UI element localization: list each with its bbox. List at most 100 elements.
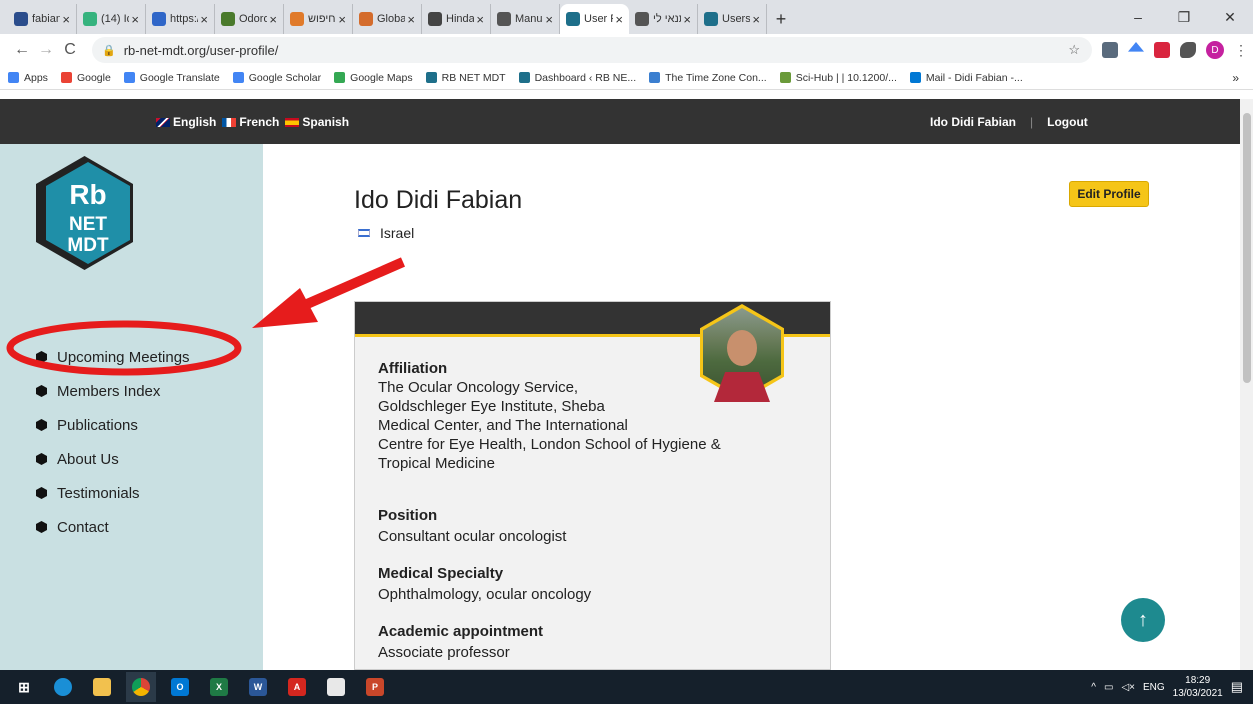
tab-close-icon[interactable]: × xyxy=(200,12,208,27)
taskbar-popcorn[interactable] xyxy=(321,672,351,702)
bookmark-item[interactable]: Dashboard ‹ RB NE... xyxy=(518,72,636,84)
tab-close-icon[interactable]: × xyxy=(545,12,553,27)
bookmark-icon xyxy=(123,72,135,83)
taskbar-powerpoint[interactable]: P xyxy=(360,672,390,702)
field-medical-specialty: Medical Specialty Ophthalmology, ocular … xyxy=(378,564,591,604)
taskbar-outlook[interactable]: O xyxy=(165,672,195,702)
tray-chevron-icon[interactable]: ^ xyxy=(1091,682,1096,693)
notification-icon[interactable]: ▤ xyxy=(1231,679,1243,695)
browser-tab[interactable]: תנאי לי× xyxy=(629,4,698,34)
menu-label: Contact xyxy=(57,518,109,536)
browser-tab[interactable]: User Pr× xyxy=(560,4,629,34)
field-label: Affiliation xyxy=(378,360,448,377)
browser-tab[interactable]: https://× xyxy=(146,4,215,34)
language-english[interactable]: English xyxy=(156,115,216,129)
tab-close-icon[interactable]: × xyxy=(338,12,346,27)
taskbar-edge[interactable] xyxy=(48,672,78,702)
bookmarks-more-icon[interactable]: » xyxy=(1232,71,1239,85)
logout-link[interactable]: Logout xyxy=(1047,115,1088,129)
system-tray: ^ ▭ ◁× ENG 18:29 13/03/2021 ▤ xyxy=(1091,674,1253,700)
bookmark-item[interactable]: Mail - Didi Fabian -... xyxy=(909,72,1023,84)
bookmark-star-icon[interactable]: ☆ xyxy=(1068,42,1080,58)
bookmark-item[interactable]: Google Scholar xyxy=(232,72,321,84)
scholar-extension-icon[interactable] xyxy=(1128,42,1144,52)
tab-close-icon[interactable]: × xyxy=(752,12,760,27)
bookmark-item[interactable]: RB NET MDT xyxy=(425,72,506,84)
language-french[interactable]: French xyxy=(222,115,279,129)
username-link[interactable]: Ido Didi Fabian xyxy=(930,115,1016,129)
taskbar-excel[interactable]: X xyxy=(204,672,234,702)
page-scrollbar[interactable] xyxy=(1240,99,1253,670)
menu-item-upcoming-meetings[interactable]: Upcoming Meetings xyxy=(36,340,190,374)
field-label: Academic appointment xyxy=(378,623,544,640)
scroll-to-top-button[interactable]: ↑ xyxy=(1121,598,1165,642)
bookmark-icon xyxy=(232,72,244,83)
menu-item-members-index[interactable]: Members Index xyxy=(36,374,190,408)
taskbar-explorer[interactable] xyxy=(87,672,117,702)
browser-tab[interactable]: Hindaw× xyxy=(422,4,491,34)
tray-volume-icon[interactable]: ◁× xyxy=(1121,682,1135,693)
bookmark-item[interactable]: Apps xyxy=(8,72,48,84)
browser-tab[interactable]: Manus× xyxy=(491,4,560,34)
bookmark-item[interactable]: The Time Zone Con... xyxy=(649,72,767,84)
browser-tab[interactable]: Users × xyxy=(698,4,767,34)
browser-menu-icon[interactable]: ⋮ xyxy=(1234,42,1248,58)
bookmark-item[interactable]: Google Maps xyxy=(334,72,413,84)
bookmark-item[interactable]: Sci-Hub | | 10.1200/... xyxy=(779,72,897,84)
scrollbar-thumb[interactable] xyxy=(1243,113,1251,383)
browser-tab[interactable]: (14) Ido× xyxy=(77,4,146,34)
reload-icon[interactable]: C xyxy=(58,41,82,59)
browser-tab[interactable]: fabian i× xyxy=(8,4,77,34)
new-tab-button[interactable]: + xyxy=(767,4,795,34)
extension-icon[interactable] xyxy=(1102,42,1118,58)
edit-profile-button[interactable]: Edit Profile xyxy=(1069,181,1149,207)
language-label: Spanish xyxy=(302,115,350,129)
clock-date: 13/03/2021 xyxy=(1172,688,1223,699)
taskbar-acrobat[interactable]: A xyxy=(282,672,312,702)
tab-close-icon[interactable]: × xyxy=(476,12,484,27)
menu-item-testimonials[interactable]: Testimonials xyxy=(36,476,190,510)
taskbar-word[interactable]: W xyxy=(243,672,273,702)
browser-tab[interactable]: Odoro × xyxy=(215,4,284,34)
tab-close-icon[interactable]: × xyxy=(131,12,139,27)
tab-title: Users xyxy=(722,13,751,25)
tab-close-icon[interactable]: × xyxy=(269,12,277,27)
bookmark-item[interactable]: Google Translate xyxy=(123,72,220,84)
field-value-line: Tropical Medicine xyxy=(378,455,495,472)
language-spanish[interactable]: Spanish xyxy=(285,115,349,129)
tab-close-icon[interactable]: × xyxy=(683,12,691,27)
forward-icon[interactable]: → xyxy=(34,41,58,59)
excel-icon: X xyxy=(210,678,228,696)
field-position: Position Consultant ocular oncologist xyxy=(378,506,566,546)
browser-tab[interactable]: Global× xyxy=(353,4,422,34)
tray-network-icon[interactable]: ▭ xyxy=(1104,682,1113,693)
menu-item-publications[interactable]: Publications xyxy=(36,408,190,442)
field-value-line: Centre for Eye Health, London School of … xyxy=(378,436,721,453)
tab-favicon-icon xyxy=(83,12,97,26)
tray-lang[interactable]: ENG xyxy=(1143,682,1165,693)
site-logo[interactable]: Rb NET MDT xyxy=(34,154,135,272)
bookmark-item[interactable]: Google xyxy=(60,72,111,84)
tab-close-icon[interactable]: × xyxy=(615,12,623,27)
clock-time: 18:29 xyxy=(1185,675,1211,686)
close-window-button[interactable]: ✕ xyxy=(1207,0,1253,34)
menu-item-contact[interactable]: Contact xyxy=(36,510,190,544)
back-icon[interactable]: ← xyxy=(10,41,34,59)
address-toolbar: ← → C 🔒 rb-net-mdt.org/user-profile/ ☆ D… xyxy=(0,34,1253,66)
tab-close-icon[interactable]: × xyxy=(62,12,70,27)
tab-favicon-icon xyxy=(152,12,166,26)
url-bar[interactable]: 🔒 rb-net-mdt.org/user-profile/ ☆ xyxy=(92,37,1092,63)
tab-title: Manus xyxy=(515,13,543,25)
minimize-button[interactable]: – xyxy=(1115,0,1161,34)
puzzle-icon[interactable] xyxy=(1180,42,1196,58)
mendeley-extension-icon[interactable] xyxy=(1154,42,1170,58)
browser-tab[interactable]: חיפוש × xyxy=(284,4,353,34)
maximize-button[interactable]: ❐ xyxy=(1161,0,1207,34)
taskbar-chrome[interactable] xyxy=(126,672,156,702)
bookmark-icon xyxy=(518,72,530,83)
menu-item-about-us[interactable]: About Us xyxy=(36,442,190,476)
start-button[interactable]: ⊞ xyxy=(9,672,39,702)
clock[interactable]: 18:29 13/03/2021 xyxy=(1173,674,1223,700)
tab-close-icon[interactable]: × xyxy=(407,12,415,27)
profile-avatar[interactable]: D xyxy=(1206,41,1224,59)
